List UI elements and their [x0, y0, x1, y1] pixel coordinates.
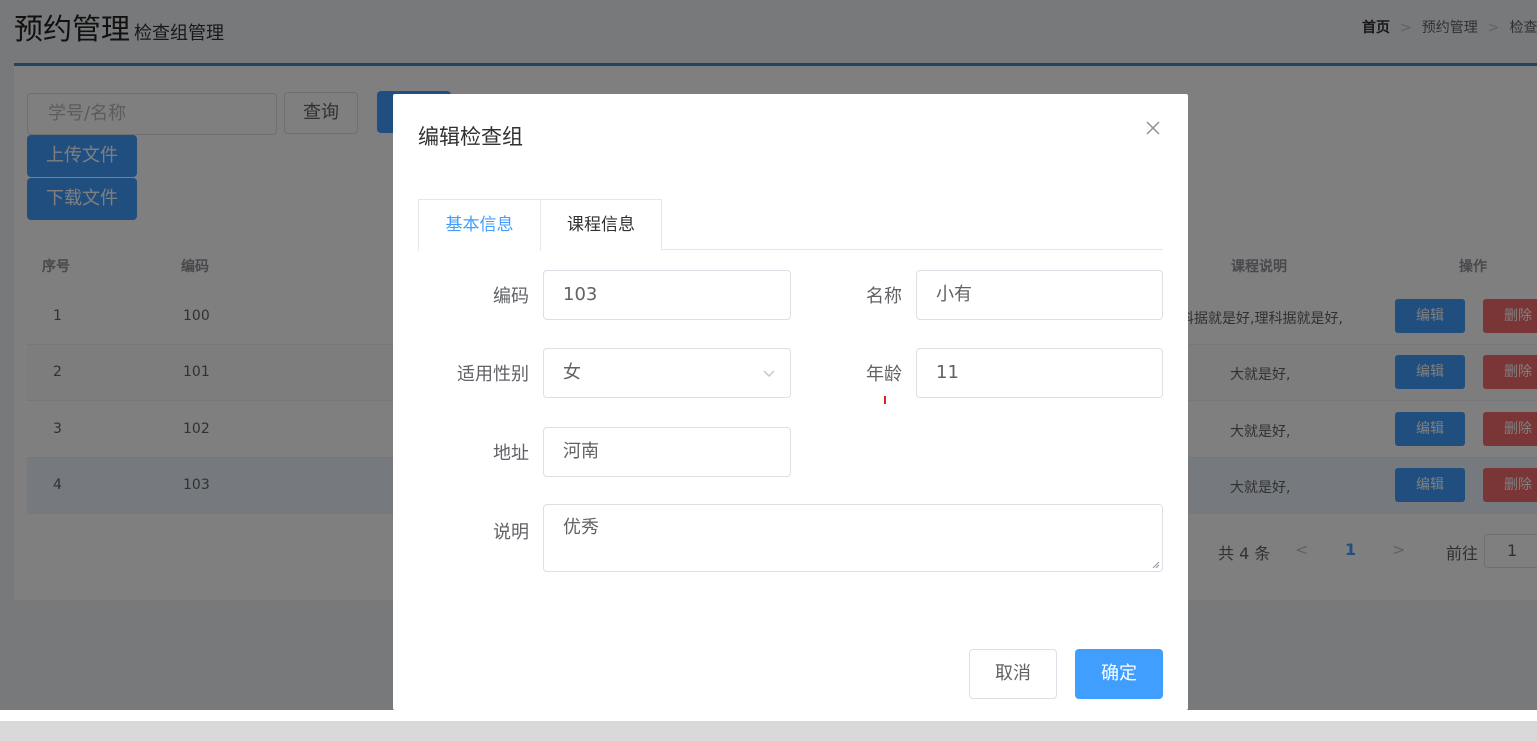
tab-basic-info[interactable]: 基本信息 [418, 199, 541, 251]
cursor-marker [884, 396, 886, 404]
chevron-down-icon [763, 370, 775, 377]
window-bottom-bar [0, 721, 1537, 741]
confirm-button[interactable]: 确定 [1075, 649, 1163, 699]
gender-select[interactable]: 女 [543, 348, 791, 398]
resize-handle-icon[interactable] [1150, 559, 1160, 569]
description-label: 说明 [493, 522, 529, 543]
age-label: 年龄 [866, 364, 902, 385]
cancel-button[interactable]: 取消 [969, 649, 1057, 699]
age-field[interactable]: 11 [916, 348, 1163, 398]
description-textarea[interactable]: 优秀 [543, 504, 1163, 572]
name-field[interactable]: 小有 [916, 270, 1163, 320]
gender-label: 适用性别 [457, 364, 529, 385]
name-label: 名称 [866, 286, 902, 307]
gender-select-value: 女 [563, 362, 581, 383]
dialog-tabs: 基本信息 课程信息 [418, 199, 1163, 251]
tab-course-info[interactable]: 课程信息 [540, 199, 662, 250]
close-icon[interactable] [1143, 118, 1163, 138]
description-text: 优秀 [563, 517, 599, 538]
app-page: 预约管理检查组管理 首页>预约管理>检查 学号/名称 查询 上传文件 下载文件 … [0, 0, 1537, 710]
address-field[interactable]: 河南 [543, 427, 791, 477]
dialog-title: 编辑检查组 [418, 125, 523, 149]
edit-checkgroup-dialog: 编辑检查组 基本信息 课程信息 编码 103 名称 小有 适用性别 女 年龄 1… [393, 94, 1188, 710]
code-label: 编码 [493, 286, 529, 307]
code-field[interactable]: 103 [543, 270, 791, 320]
address-label: 地址 [493, 443, 529, 464]
